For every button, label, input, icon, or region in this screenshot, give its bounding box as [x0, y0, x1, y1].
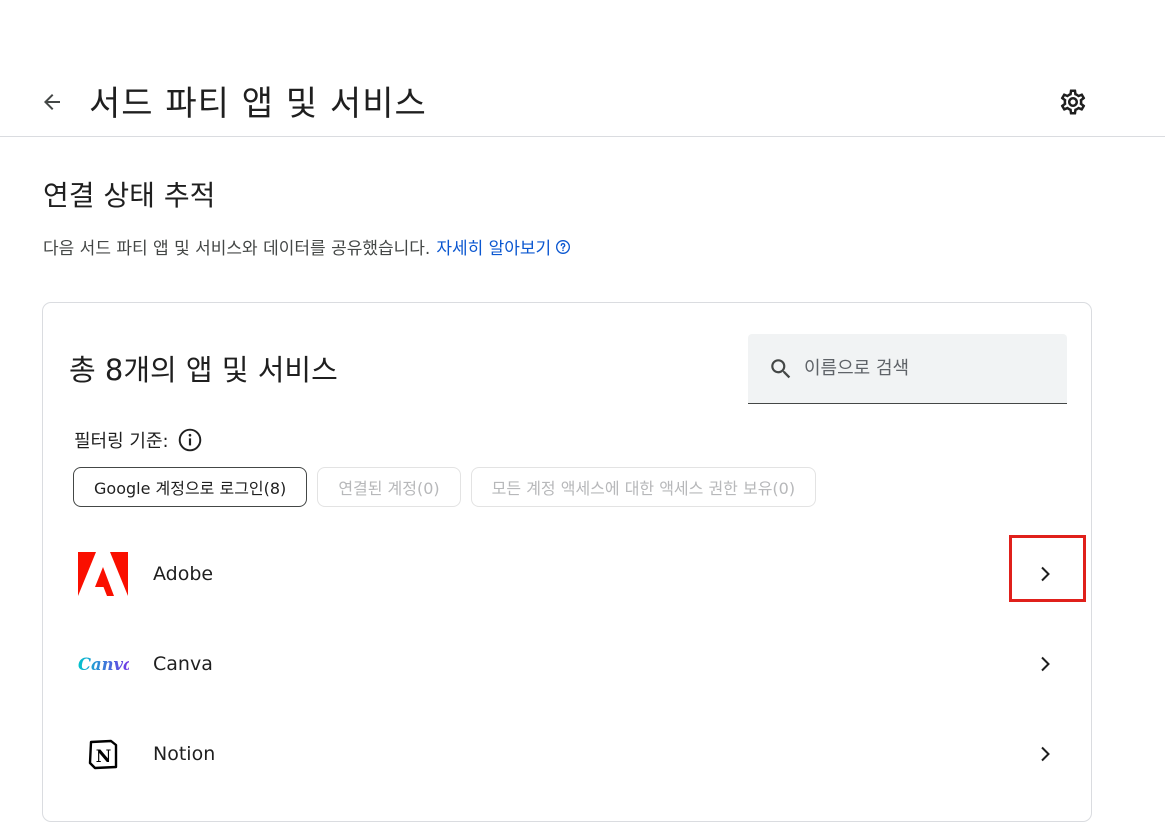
notion-logo-text: N: [96, 747, 112, 767]
back-button[interactable]: [34, 84, 70, 120]
filter-chips: Google 계정으로 로그인(8) 연결된 계정(0) 모든 계정 액세스에 …: [73, 467, 817, 507]
page-title: 서드 파티 앱 및 서비스: [89, 84, 427, 124]
notion-logo: N: [77, 731, 129, 777]
app-row-canva[interactable]: Canva Canva: [43, 619, 1091, 709]
chevron-right-icon[interactable]: [1033, 742, 1057, 766]
filter-label: 필터링 기준:: [74, 431, 169, 452]
search-icon: [768, 356, 794, 382]
description-text: 다음 서드 파티 앱 및 서비스와 데이터를 공유했습니다.: [43, 239, 431, 259]
canva-logo: Canva: [77, 641, 129, 687]
section-title: 연결 상태 추적: [43, 179, 216, 212]
arrow-left-icon: [44, 94, 60, 110]
learn-more-link[interactable]: 자세히 알아보기: [436, 234, 551, 259]
highlight-box: [1009, 535, 1086, 602]
app-name: Adobe: [153, 563, 214, 585]
page-header: 서드 파티 앱 및 서비스: [0, 0, 1165, 137]
canva-logo-text: Canva: [78, 655, 129, 674]
app-row-notion[interactable]: N Notion: [43, 709, 1091, 799]
search-input[interactable]: [804, 358, 1044, 379]
app-name: Canva: [153, 653, 213, 675]
chevron-right-icon[interactable]: [1033, 652, 1057, 676]
filter-label-row: 필터링 기준:: [74, 427, 203, 453]
gear-icon: [1060, 89, 1086, 115]
chip-linked-accounts[interactable]: 연결된 계정(0): [317, 467, 461, 507]
app-name: Notion: [153, 743, 216, 765]
search-box[interactable]: [748, 334, 1067, 404]
chip-full-account-access[interactable]: 모든 계정 액세스에 대한 액세스 권한 보유(0): [470, 467, 817, 507]
adobe-logo: [77, 551, 129, 597]
chip-google-signin[interactable]: Google 계정으로 로그인(8): [73, 467, 308, 507]
info-icon[interactable]: [177, 427, 203, 453]
app-row-adobe[interactable]: Adobe: [43, 529, 1091, 619]
apps-card: 총 8개의 앱 및 서비스 필터링 기준: Google 계정으로 로그인(8)…: [42, 302, 1092, 822]
help-circle-icon[interactable]: [555, 239, 571, 255]
apps-count-title: 총 8개의 앱 및 서비스: [69, 353, 338, 387]
settings-button[interactable]: [1053, 82, 1093, 122]
section-description: 다음 서드 파티 앱 및 서비스와 데이터를 공유했습니다. 자세히 알아보기: [43, 234, 571, 259]
